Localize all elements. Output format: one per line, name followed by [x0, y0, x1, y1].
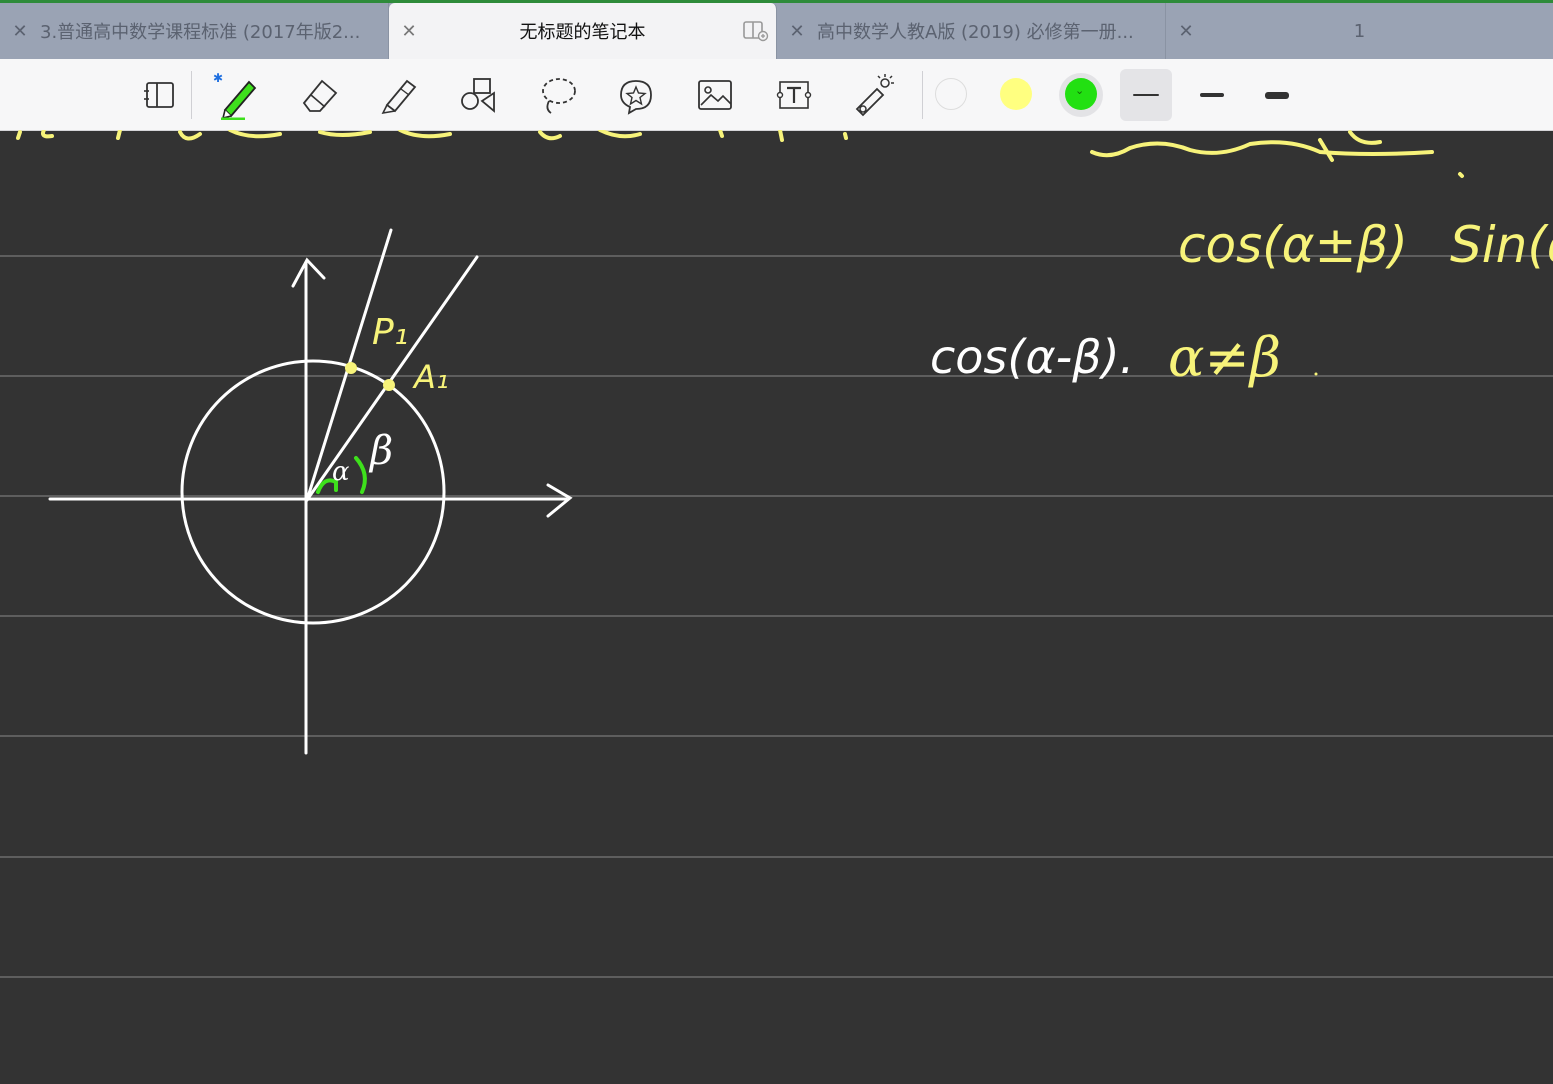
chevron-down-icon: ⌄ [1075, 84, 1085, 97]
lasso-icon[interactable] [531, 69, 583, 121]
stray-dot [1314, 372, 1318, 376]
tab-textbook[interactable]: ✕ 高中数学人教A版 (2019) 必修第一册... [777, 3, 1166, 59]
unit-circle-diagram [48, 228, 573, 755]
label-beta: β [368, 428, 393, 474]
stroke-thin-button[interactable] [1120, 69, 1172, 121]
ruled-lines [0, 255, 1553, 978]
label-alpha: α [332, 457, 350, 487]
label-p1: P₁ [372, 312, 408, 353]
note-canvas[interactable]: P₁ A₁ α β cos(α±β) Sin(α cos(α-β). α≠β [0, 128, 1553, 1080]
laser-pointer-icon[interactable] [847, 69, 899, 121]
close-icon[interactable]: ✕ [389, 21, 429, 42]
split-view-icon[interactable] [736, 20, 776, 42]
top-cropped-writing [16, 128, 1464, 178]
formula-sin-alpha: Sin(α [1450, 216, 1553, 274]
tab-title: 无标题的笔记本 [519, 22, 646, 43]
stroke-medium-button[interactable] [1186, 69, 1238, 121]
tab-title: 1 [1353, 20, 1366, 42]
tab-title: 高中数学人教A版 (2019) 必修第一册... [817, 22, 1134, 43]
pages-icon[interactable] [134, 69, 186, 121]
shapes-icon[interactable] [452, 69, 504, 121]
highlighter-icon[interactable] [373, 69, 425, 121]
pen-icon[interactable]: ✱ [210, 69, 262, 121]
tab-1[interactable]: ✕ 1 [1166, 3, 1553, 59]
color-swatch-yellow[interactable] [1000, 78, 1032, 110]
close-icon[interactable]: ✕ [0, 21, 40, 42]
formula-cos-alpha-pm-beta: cos(α±β) [1178, 216, 1408, 274]
tab-title: 3.普通高中数学课程标准 (2017年版2... [40, 22, 361, 43]
ink-layer: P₁ A₁ α β cos(α±β) Sin(α cos(α-β). α≠β [0, 128, 1553, 978]
text-box-icon[interactable] [768, 69, 820, 121]
tab-bar: ✕ 3.普通高中数学课程标准 (2017年版2... ✕ 无标题的笔记本 ✕ 高… [0, 3, 1553, 59]
color-swatch-green[interactable]: ⌄ [1065, 78, 1097, 110]
label-a1: A₁ [412, 358, 449, 396]
formula-alpha-neq-beta: α≠β [1168, 326, 1281, 389]
tab-curriculum-standard[interactable]: ✕ 3.普通高中数学课程标准 (2017年版2... [0, 3, 389, 59]
sticker-icon[interactable] [610, 69, 662, 121]
formula-cos-alpha-minus-beta: cos(α-β). [930, 330, 1134, 384]
color-swatch-white[interactable] [935, 78, 967, 110]
tab-untitled-notebook[interactable]: ✕ 无标题的笔记本 [389, 3, 777, 59]
image-icon[interactable] [689, 69, 741, 121]
toolbar: ✱ ⌄ [0, 59, 1553, 131]
svg-text:✱: ✱ [213, 71, 223, 85]
stroke-thick-button[interactable] [1251, 69, 1303, 121]
close-icon[interactable]: ✕ [1166, 21, 1206, 42]
close-icon[interactable]: ✕ [777, 21, 817, 42]
eraser-icon[interactable] [294, 69, 346, 121]
